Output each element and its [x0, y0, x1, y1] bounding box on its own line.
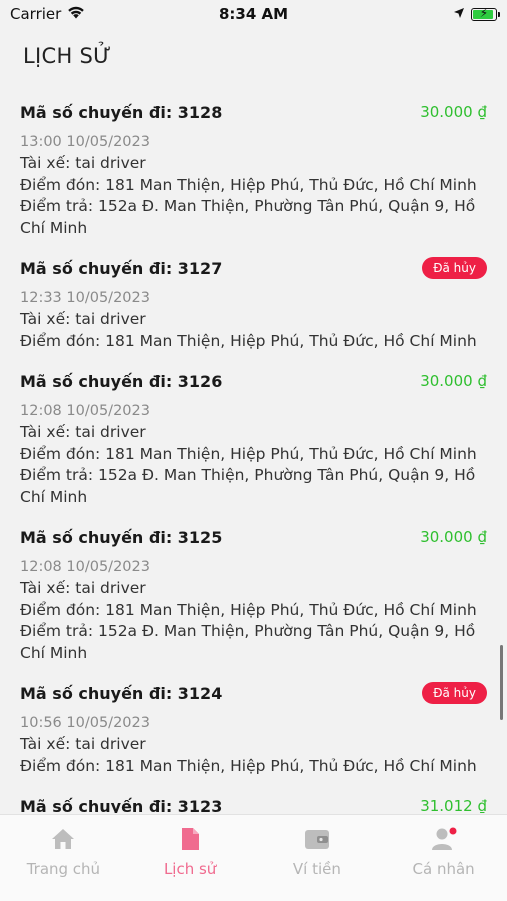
- battery-icon: ⚡: [471, 6, 500, 21]
- home-icon: [51, 827, 75, 851]
- tab-label: Cá nhân: [412, 860, 475, 878]
- trip-price: 30.000 ₫: [420, 372, 487, 390]
- trip-item[interactable]: Mã số chuyến đi: 3124 Đã hủy 10:56 10/05…: [0, 679, 507, 777]
- tab-history[interactable]: Lịch sử: [127, 815, 254, 901]
- status-left: Carrier: [10, 5, 85, 23]
- trip-item[interactable]: Mã số chuyến đi: 3126 30.000 ₫ 12:08 10/…: [0, 367, 507, 508]
- trip-pickup: Điểm đón: 181 Man Thiện, Hiệp Phú, Thủ Đ…: [20, 600, 477, 619]
- tab-wallet[interactable]: Ví tiền: [254, 815, 381, 901]
- trip-title: Mã số chuyến đi: 3126: [20, 371, 223, 391]
- trip-title: Mã số chuyến đi: 3123: [20, 796, 223, 814]
- trip-title: Mã số chuyến đi: 3124: [20, 683, 223, 703]
- trip-pickup: Điểm đón: 181 Man Thiện, Hiệp Phú, Thủ Đ…: [20, 175, 477, 194]
- trip-title: Mã số chuyến đi: 3128: [20, 102, 223, 122]
- trip-time: 12:08 10/05/2023: [20, 403, 150, 419]
- clock: 8:34 AM: [218, 5, 289, 23]
- trip-price: 30.000 ₫: [420, 103, 487, 121]
- trip-pickup: Điểm đón: 181 Man Thiện, Hiệp Phú, Thủ Đ…: [20, 756, 477, 775]
- status-bar: Carrier 8:34 AM ⚡: [0, 0, 507, 28]
- trip-driver: Tài xế: tai driver: [20, 579, 146, 597]
- trip-dropoff: Điểm trả: 152a Đ. Man Thiện, Phường Tân …: [20, 622, 476, 662]
- trip-time: 10:56 10/05/2023: [20, 715, 150, 731]
- tab-label: Lịch sử: [163, 860, 217, 878]
- cancelled-badge: Đã hủy: [422, 682, 487, 704]
- tab-bar: Trang chủ Lịch sử Ví tiền Cá nhân: [0, 814, 507, 901]
- person-icon: [430, 827, 458, 851]
- wifi-icon: [67, 5, 85, 23]
- trip-time: 12:33 10/05/2023: [20, 290, 150, 306]
- tab-label: Ví tiền: [292, 860, 341, 878]
- trip-title: Mã số chuyến đi: 3127: [20, 258, 223, 278]
- trip-dropoff: Điểm trả: 152a Đ. Man Thiện, Phường Tân …: [20, 197, 476, 237]
- trip-time: 13:00 10/05/2023: [20, 134, 150, 150]
- trip-driver: Tài xế: tai driver: [20, 310, 146, 328]
- location-arrow-icon: [453, 5, 465, 23]
- trip-title: Mã số chuyến đi: 3125: [20, 527, 223, 547]
- trip-item[interactable]: Mã số chuyến đi: 3127 Đã hủy 12:33 10/05…: [0, 254, 507, 352]
- tab-profile[interactable]: Cá nhân: [380, 815, 507, 901]
- page-title: LỊCH SỬ: [23, 44, 112, 68]
- trip-dropoff: Điểm trả: 152a Đ. Man Thiện, Phường Tân …: [20, 466, 476, 506]
- trip-driver: Tài xế: tai driver: [20, 423, 146, 441]
- trip-driver: Tài xế: tai driver: [20, 735, 146, 753]
- trip-history-list[interactable]: Mã số chuyến đi: 3128 30.000 ₫ 13:00 10/…: [0, 92, 507, 813]
- cancelled-badge: Đã hủy: [422, 257, 487, 279]
- trip-price: 31.012 ₫: [420, 797, 487, 813]
- tab-label: Trang chủ: [26, 860, 101, 878]
- trip-item[interactable]: Mã số chuyến đi: 3125 30.000 ₫ 12:08 10/…: [0, 523, 507, 664]
- trip-pickup: Điểm đón: 181 Man Thiện, Hiệp Phú, Thủ Đ…: [20, 331, 477, 350]
- carrier-label: Carrier: [10, 5, 62, 23]
- wallet-icon: [304, 827, 330, 851]
- status-right: ⚡: [453, 5, 500, 23]
- tab-home[interactable]: Trang chủ: [0, 815, 127, 901]
- trip-time: 12:08 10/05/2023: [20, 559, 150, 575]
- trip-price: 30.000 ₫: [420, 528, 487, 546]
- trip-driver: Tài xế: tai driver: [20, 154, 146, 172]
- scroll-indicator[interactable]: [500, 645, 503, 720]
- trip-item[interactable]: Mã số chuyến đi: 3128 30.000 ₫ 13:00 10/…: [0, 98, 507, 239]
- trip-pickup: Điểm đón: 181 Man Thiện, Hiệp Phú, Thủ Đ…: [20, 444, 477, 463]
- trip-item[interactable]: Mã số chuyến đi: 3123 31.012 ₫: [0, 792, 507, 814]
- document-icon: [180, 827, 200, 851]
